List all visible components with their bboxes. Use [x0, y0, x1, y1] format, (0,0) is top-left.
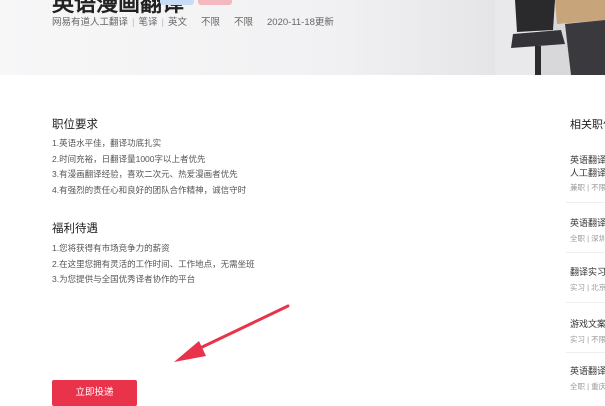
related-job-meta: 实习 | 北京 [570, 283, 605, 292]
apply-button[interactable]: 立即投递 [52, 380, 137, 406]
divider [566, 302, 605, 303]
related-job-title-line2[interactable]: 人工翻译 [570, 166, 605, 179]
related-job-meta: 兼职 | 不限 [570, 183, 605, 192]
related-jobs-heading: 相关职位 [570, 119, 605, 131]
related-job-meta: 全职 | 重庆 [570, 382, 605, 391]
related-job-title[interactable]: 英语翻译 [570, 153, 605, 166]
related-job-title[interactable]: 翻译实习 [570, 265, 605, 278]
related-job-meta: 实习 | 不限 [570, 335, 605, 344]
related-job-title[interactable]: 游戏文案 [570, 317, 605, 330]
divider [566, 352, 605, 353]
related-job-title[interactable]: 英语翻译 [570, 364, 605, 377]
related-job-meta: 全职 | 深圳 [570, 234, 605, 243]
annotation-arrow-icon [174, 304, 290, 362]
divider [566, 202, 605, 203]
related-job-title[interactable]: 英语翻译 [570, 216, 605, 229]
divider [566, 252, 605, 253]
